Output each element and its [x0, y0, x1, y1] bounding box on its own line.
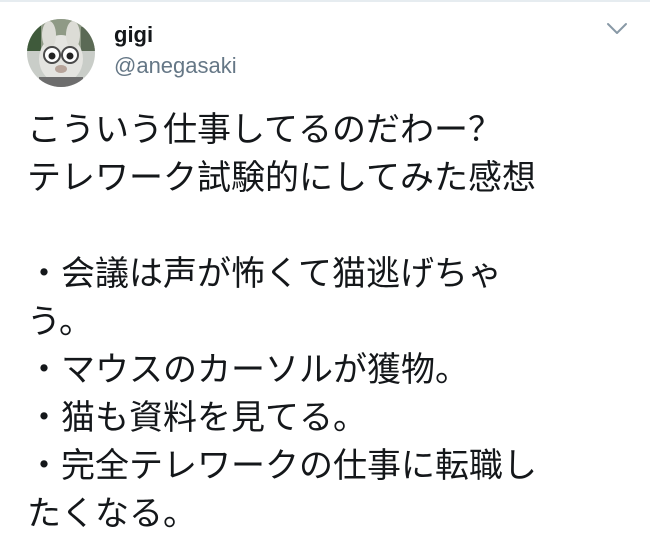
user-handle[interactable]: @anegasaki	[114, 52, 237, 80]
top-divider	[0, 0, 650, 2]
tweet-line: ・会議は声が怖くて猫逃げちゃ	[27, 254, 502, 294]
tweet-line: こういう仕事してるのだわー？	[27, 110, 502, 150]
tweet-line: う。	[27, 302, 93, 342]
display-name[interactable]: gigi	[114, 21, 153, 49]
tweet-line: ・猫も資料を見てる。	[27, 398, 367, 438]
avatar-icon	[27, 19, 95, 87]
tweet-line	[27, 202, 637, 250]
tweet-line: ・完全テレワークの仕事に転職し	[27, 446, 537, 486]
tweet-line: たくなる。	[27, 494, 197, 534]
chevron-down-icon[interactable]	[606, 22, 628, 36]
tweet-line: ・マウスのカーソルが獲物。	[27, 350, 469, 390]
avatar[interactable]	[27, 19, 95, 87]
tweet-text: こういう仕事してるのだわー？ テレワーク試験的にしてみた感想 ・会議は声が怖くて…	[27, 106, 637, 538]
tweet-line: テレワーク試験的にしてみた感想	[27, 158, 536, 198]
